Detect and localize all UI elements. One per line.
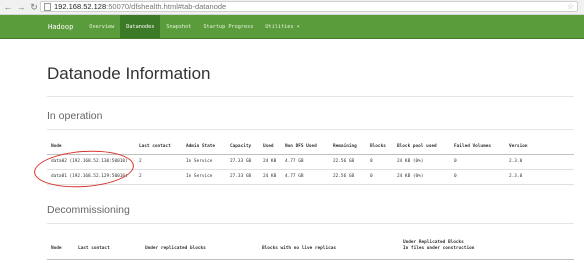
nav-item-datanodes[interactable]: Datanodes — [120, 15, 161, 38]
column-header: Node — [51, 144, 62, 149]
column-header: Capacity — [230, 144, 252, 149]
column-header: Blocks with no live replicas — [262, 246, 337, 251]
browser-toolbar: ← → ↻ 192.168.52.128:50070/dfshealth.htm… — [0, 0, 584, 15]
column-header: Blocks — [370, 144, 386, 149]
nav-item-utilities[interactable]: Utilities ▾ — [259, 15, 305, 38]
nav-item-snapshot[interactable]: Snapshot — [160, 15, 197, 38]
column-header: Used — [263, 144, 274, 149]
cell-blocks: 0 — [370, 159, 373, 164]
cell-used: 24 KB — [263, 159, 277, 164]
cell-last-contact: 2 — [139, 174, 142, 179]
brand-logo[interactable]: Hadoop — [48, 23, 73, 31]
column-header: Last contact — [139, 144, 171, 149]
cell-non-dfs-used: 4.77 GB — [285, 174, 304, 179]
cell-capacity: 27.33 GB — [230, 174, 252, 179]
nav-menu: Overview Datanodes Snapshot Startup Prog… — [83, 15, 305, 38]
page-icon — [44, 2, 51, 11]
cell-admin-state: In Service — [186, 159, 213, 164]
cell-version: 2.3.0 — [509, 159, 523, 164]
nav-item-startup-progress[interactable]: Startup Progress — [197, 15, 259, 38]
back-arrow-icon[interactable]: ← — [3, 2, 13, 12]
cell-last-contact: 2 — [139, 159, 142, 164]
column-header: Version — [509, 144, 528, 149]
divider — [47, 96, 574, 97]
column-header: Last contact — [78, 246, 110, 251]
column-header: Failed Volumes — [454, 144, 492, 149]
nav-item-overview[interactable]: Overview — [83, 15, 120, 38]
url-path: :50070/dfshealth.html#tab-datanode — [106, 2, 227, 11]
cell-version: 2.3.0 — [509, 174, 523, 179]
cell-non-dfs-used: 4.77 GB — [285, 159, 304, 164]
cell-admin-state: In Service — [186, 174, 213, 179]
divider — [47, 223, 574, 224]
row-divider — [47, 184, 574, 185]
column-header: Under replicated blocks — [145, 246, 206, 251]
page-title: Datanode Information — [47, 64, 211, 83]
cell-failed-volumes: 0 — [454, 159, 457, 164]
cell-used: 24 KB — [263, 174, 277, 179]
column-header: Remaining — [333, 144, 357, 149]
cell-failed-volumes: 0 — [454, 174, 457, 179]
cell-block-pool-used: 24 KB (0%) — [397, 174, 424, 179]
url-host: 192.168.52.128 — [54, 2, 107, 11]
star-icon[interactable]: ☆ — [567, 2, 574, 12]
address-bar[interactable]: 192.168.52.128:50070/dfshealth.html#tab-… — [40, 1, 578, 12]
table-header-border — [47, 259, 574, 260]
forward-arrow-icon[interactable]: → — [16, 2, 26, 12]
column-header: Node — [51, 246, 62, 251]
table-header-in-operation: Node Last contact Admin State Capacity U… — [47, 140, 574, 154]
table-header-decommissioning: Node Last contact Under replicated block… — [47, 236, 574, 260]
divider — [47, 129, 574, 130]
cell-remaining: 22.56 GB — [333, 174, 355, 179]
section-heading-decommissioning: Decommissioning — [47, 204, 130, 216]
cell-blocks: 0 — [370, 174, 373, 179]
reload-icon[interactable]: ↻ — [29, 2, 39, 12]
column-header: Under Replicated Blocks — [403, 240, 464, 245]
column-header: In files under construction — [403, 246, 475, 251]
top-navbar: Hadoop Overview Datanodes Snapshot Start… — [0, 15, 584, 39]
column-header: Admin State — [186, 144, 216, 149]
section-heading-in-operation: In operation — [47, 110, 103, 122]
cell-capacity: 27.33 GB — [230, 159, 252, 164]
cell-block-pool-used: 24 KB (0%) — [397, 159, 424, 164]
column-header: Block pool used — [397, 144, 437, 149]
column-header: Non DFS Used — [285, 144, 317, 149]
cell-remaining: 22.56 GB — [333, 159, 355, 164]
